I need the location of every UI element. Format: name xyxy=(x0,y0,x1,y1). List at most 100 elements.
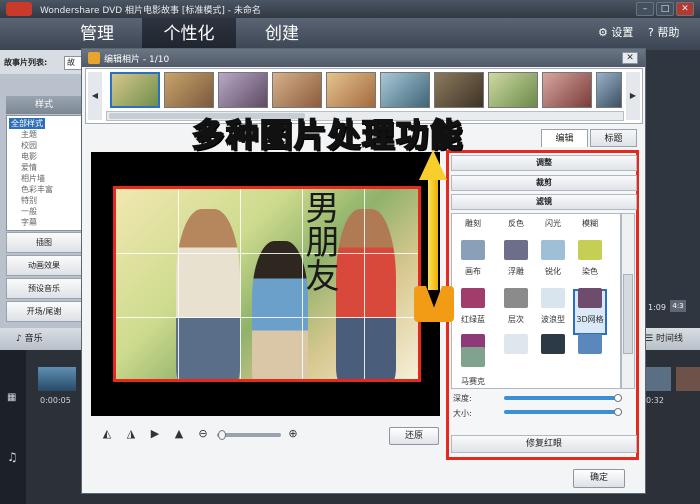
flip-vertical-icon[interactable]: ▲ xyxy=(172,427,186,441)
aspect-ratio-button[interactable]: 4:3 xyxy=(670,300,686,312)
filter-thumbnail-icon[interactable] xyxy=(461,347,485,367)
filter-label: 3D网格 xyxy=(576,315,604,324)
minimize-button[interactable]: – xyxy=(636,2,654,16)
photo-image[interactable] xyxy=(113,186,421,382)
music-note-icon: ♪ xyxy=(16,334,22,344)
tab-manage[interactable]: 管理 xyxy=(60,18,134,50)
size-slider-handle[interactable] xyxy=(614,408,622,416)
filter-thumbnail-icon[interactable] xyxy=(578,288,602,308)
filter-label: 锐化 xyxy=(545,267,561,276)
filter-thumbnail-icon[interactable] xyxy=(461,288,485,308)
filter-thumbnail-icon[interactable] xyxy=(461,240,485,260)
music-tab[interactable]: ♪ 音乐 xyxy=(8,331,68,348)
size-slider[interactable] xyxy=(504,410,622,414)
intro-credits-button[interactable]: 开场/尾谢 xyxy=(6,301,82,322)
fix-red-eye-button[interactable]: 修复红眼 xyxy=(451,435,637,453)
photo-thumbnail[interactable] xyxy=(434,72,484,108)
filter-label: 染色 xyxy=(582,267,598,276)
tree-item[interactable]: 一般 xyxy=(9,206,81,217)
filter-thumbnail-icon[interactable] xyxy=(504,288,528,308)
photo-thumbnail[interactable] xyxy=(596,72,622,108)
tree-item[interactable]: 电影 xyxy=(9,151,81,162)
dialog-close-button[interactable]: ✕ xyxy=(622,52,638,64)
tree-item[interactable]: 主题 xyxy=(9,129,81,140)
close-button[interactable]: ✕ xyxy=(676,2,694,16)
photo-thumbnail[interactable] xyxy=(488,72,538,108)
flip-horizontal-icon[interactable]: ▶ xyxy=(148,427,162,441)
tree-item[interactable]: 校园 xyxy=(9,140,81,151)
timeline-icon: ☰ xyxy=(645,334,654,344)
film-icon: ▦ xyxy=(7,392,17,403)
tab-create[interactable]: 创建 xyxy=(244,18,320,50)
confirm-button[interactable]: 确定 xyxy=(573,469,625,488)
tree-item[interactable]: 特别 xyxy=(9,195,81,206)
story-list-select[interactable]: 故 xyxy=(64,56,82,70)
style-header[interactable]: 样式 xyxy=(6,96,82,114)
photo-thumbnail[interactable] xyxy=(326,72,376,108)
filter-thumbnail-icon[interactable] xyxy=(541,288,565,308)
preview-strip xyxy=(646,50,700,328)
photo-icon xyxy=(88,52,100,64)
gear-icon: ⚙ xyxy=(598,26,608,39)
zoom-out-icon[interactable]: ⊖ xyxy=(196,427,210,441)
maximize-button[interactable]: □ xyxy=(656,2,674,16)
dialog-title: 编辑相片 - 1/10 xyxy=(82,49,645,67)
photo-thumbnail[interactable] xyxy=(218,72,268,108)
filter-label: 反色 xyxy=(508,219,524,228)
filter-thumbnail-icon[interactable] xyxy=(578,334,602,354)
filter-label: 闪光 xyxy=(545,219,561,228)
filter-label: 浮雕 xyxy=(508,267,524,276)
style-tree[interactable]: 全部样式 主题 校园 电影 爱情 相片墙 色彩丰富 特别 一般 字幕 xyxy=(6,115,82,231)
filter-thumbnail-icon[interactable] xyxy=(541,240,565,260)
rotate-left-icon[interactable]: ◭ xyxy=(100,427,114,441)
filter-label: 层次 xyxy=(508,315,524,324)
clip-duration: 0:32 xyxy=(646,396,664,405)
tab-caption[interactable]: 标题 xyxy=(590,129,637,147)
tree-item-all[interactable]: 全部样式 xyxy=(9,118,45,129)
timeline-clip[interactable] xyxy=(38,367,76,391)
tree-item[interactable]: 字幕 xyxy=(9,217,81,228)
photo-thumbnail[interactable] xyxy=(110,72,160,108)
animation-button[interactable]: 动画效果 xyxy=(6,255,82,276)
timeline-tab[interactable]: ☰ 时间线 xyxy=(645,331,700,348)
zoom-slider[interactable] xyxy=(217,433,281,437)
preset-music-button[interactable]: 预设音乐 xyxy=(6,278,82,299)
depth-slider-handle[interactable] xyxy=(614,394,622,402)
filter-thumbnail-icon[interactable] xyxy=(578,240,602,260)
timeline-side-bar: ▦ ♫ xyxy=(0,350,26,504)
depth-slider[interactable] xyxy=(504,396,622,400)
filter-scrollbar[interactable] xyxy=(621,213,635,389)
filter-thumbnail-icon[interactable] xyxy=(504,334,528,354)
filter-label: 波浪型 xyxy=(541,315,565,324)
photo-thumbnail[interactable] xyxy=(380,72,430,108)
zoom-in-icon[interactable]: ⊕ xyxy=(286,427,300,441)
help-button[interactable]: ? 帮助 xyxy=(648,24,679,40)
timeline-clip[interactable] xyxy=(646,367,671,391)
filter-thumbnail-icon[interactable] xyxy=(504,240,528,260)
insert-button[interactable]: 插图 xyxy=(6,232,82,253)
rotate-right-icon[interactable]: ◮ xyxy=(124,427,138,441)
app-title-bar: Wondershare DVD 相片电影故事 [标准模式] - 未命名 xyxy=(0,0,700,18)
help-icon: ? xyxy=(648,26,654,39)
filter-thumbnail-icon[interactable] xyxy=(541,334,565,354)
music-track-icon: ♫ xyxy=(7,450,18,464)
tree-item[interactable]: 相片墙 xyxy=(9,173,81,184)
tree-item[interactable]: 爱情 xyxy=(9,162,81,173)
tree-item[interactable]: 色彩丰富 xyxy=(9,184,81,195)
zoom-slider-handle[interactable] xyxy=(218,430,226,440)
settings-button[interactable]: ⚙ 设置 xyxy=(598,24,633,40)
tab-edit[interactable]: 编辑 xyxy=(541,129,588,147)
tab-personalize[interactable]: 个性化 xyxy=(142,18,236,50)
overlay-caption: 多种图片处理功能 xyxy=(191,115,465,155)
scroll-left-button[interactable]: ◀ xyxy=(88,72,102,120)
photo-thumbnail[interactable] xyxy=(542,72,592,108)
scroll-right-button[interactable]: ▶ xyxy=(626,72,640,120)
photo-thumbnail[interactable] xyxy=(164,72,214,108)
restore-button[interactable]: 还原 xyxy=(389,427,439,445)
timeline-clip[interactable] xyxy=(676,367,700,391)
preview-time: 1:09 xyxy=(648,303,666,312)
adjust-section[interactable]: 调整 xyxy=(451,155,637,171)
filter-section[interactable]: 滤镜 xyxy=(451,194,637,210)
crop-section[interactable]: 裁剪 xyxy=(451,175,637,191)
photo-thumbnail[interactable] xyxy=(272,72,322,108)
